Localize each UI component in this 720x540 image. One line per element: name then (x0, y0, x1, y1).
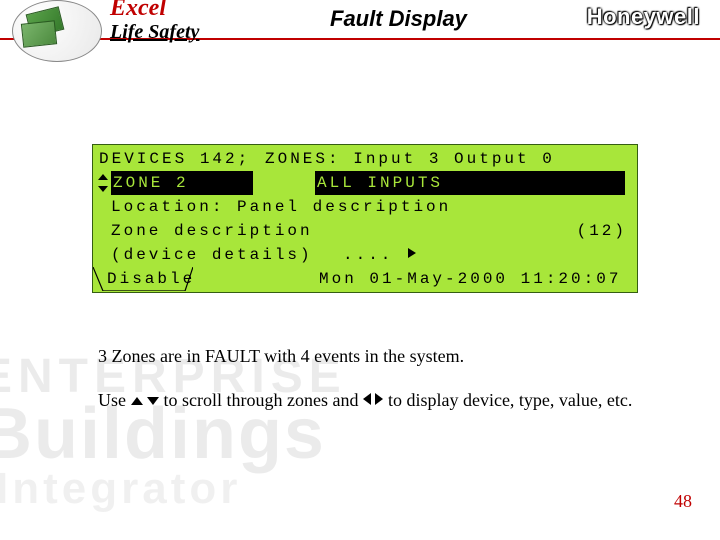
header-bar: Excel Life Safety Fault Display Honeywel… (0, 0, 720, 40)
down-triangle-icon (147, 397, 159, 405)
lcd-panel: DEVICES 142; ZONES: Input 3 Output 0 ZON… (92, 144, 638, 293)
lcd-devices-label: DEVICES 142; (99, 147, 250, 171)
slide-title: Fault Display (330, 6, 467, 32)
right-arrow-icon (408, 248, 416, 258)
lcd-datetime: Mon 01-May-2000 11:20:07 (319, 267, 621, 291)
lcd-zones-summary: ZONES: Input 3 Output 0 (265, 147, 555, 171)
lcd-row-5: (device details) .... (93, 243, 637, 267)
caption-line-1: 3 Zones are in FAULT with 4 events in th… (98, 346, 658, 367)
lcd-zone-field: ZONE 2 (111, 171, 253, 195)
lcd-ellipsis: .... (343, 243, 416, 267)
up-down-arrow-icon (97, 174, 109, 192)
right-triangle-icon (375, 393, 383, 405)
left-triangle-icon (363, 393, 371, 405)
lcd-count: (12) (577, 219, 627, 243)
product-logo (22, 0, 112, 76)
up-triangle-icon (131, 397, 143, 405)
watermark-line-3: Integrator (0, 468, 347, 510)
brand-life-safety: Life Safety (110, 22, 199, 42)
header-brand: Excel Life Safety (110, 0, 199, 42)
lcd-row-6: Disable Mon 01-May-2000 11:20:07 (93, 267, 637, 291)
page-number: 48 (674, 491, 692, 512)
lcd-inputs-field: ALL INPUTS (315, 171, 625, 195)
lcd-row-1: DEVICES 142; ZONES: Input 3 Output 0 (93, 147, 637, 171)
lcd-zone-description: Zone description (111, 219, 313, 243)
lcd-row-2: ZONE 2 ALL INPUTS (93, 171, 637, 195)
lcd-disable-softkey: Disable (107, 267, 195, 291)
background-watermark: ENTERPRISE Buildings Integrator (0, 354, 347, 510)
lcd-row-4: Zone description (12) (93, 219, 637, 243)
lcd-location: Location: Panel description (111, 195, 451, 219)
caption-line-2: Use to scroll through zones and to displ… (98, 388, 658, 412)
lcd-device-details: (device details) (111, 243, 313, 267)
company-logo: Honeywell (587, 4, 700, 30)
brand-excel: Excel (110, 0, 199, 20)
lcd-row-3: Location: Panel description (93, 195, 637, 219)
